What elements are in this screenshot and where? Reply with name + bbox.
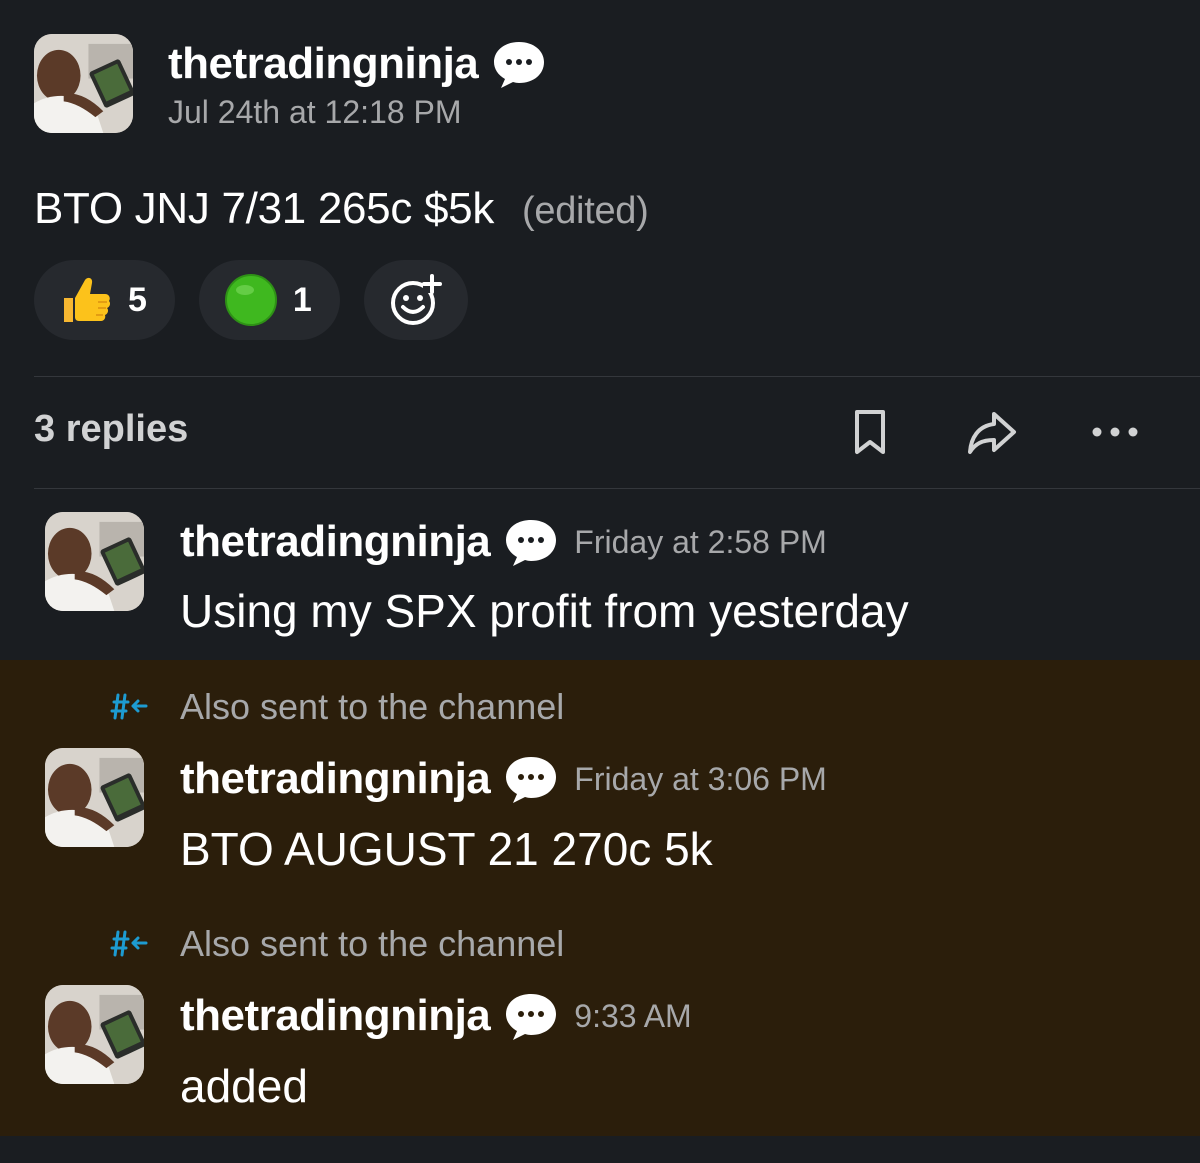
thumbs-up-icon	[58, 272, 114, 328]
reaction-green-circle[interactable]: 1	[198, 260, 340, 340]
share-icon[interactable]	[964, 404, 1020, 460]
message-body: BTO JNJ 7/31 265c $5k	[34, 184, 495, 233]
avatar[interactable]	[34, 34, 133, 133]
edited-label: (edited)	[522, 190, 649, 232]
reply-message: thetradingninja Friday at 3:06 PM BTO AU…	[0, 660, 1200, 900]
divider	[34, 488, 1200, 489]
green-circle-icon	[223, 272, 279, 328]
add-reaction-icon	[390, 274, 442, 325]
author-name[interactable]: thetradingninja	[168, 39, 479, 89]
divider	[34, 376, 1200, 377]
speech-bubble-icon	[502, 753, 560, 805]
avatar[interactable]	[45, 512, 144, 611]
author-line: thetradingninja	[168, 38, 548, 90]
message-text: BTO JNJ 7/31 265c $5k (edited)	[34, 184, 649, 234]
author-line: thetradingninja Friday at 3:06 PM	[180, 753, 827, 805]
reaction-count: 1	[292, 280, 312, 319]
speech-bubble-icon	[490, 38, 548, 90]
reaction-count: 5	[128, 280, 147, 319]
author-name[interactable]: thetradingninja	[180, 754, 491, 804]
message-body: BTO AUGUST 21 270c 5k	[180, 823, 713, 875]
reactions-bar: 5 1	[34, 260, 468, 340]
thread-view: thetradingninja Jul 24th at 12:18 PM BTO…	[0, 0, 1200, 1163]
speech-bubble-icon	[502, 990, 560, 1042]
avatar[interactable]	[45, 985, 144, 1084]
speech-bubble-icon	[502, 516, 560, 568]
footer-bar	[0, 1136, 1200, 1163]
reaction-thumbs-up[interactable]: 5	[34, 260, 175, 340]
replies-count: 3 replies	[34, 408, 189, 450]
more-icon[interactable]	[1087, 404, 1143, 460]
reply-message: thetradingninja Friday at 2:58 PM Using …	[0, 490, 1200, 660]
author-name[interactable]: thetradingninja	[180, 517, 491, 567]
message-body: added	[180, 1060, 308, 1112]
add-reaction-button[interactable]	[363, 260, 468, 340]
reply-message: thetradingninja 9:33 AM added	[0, 897, 1200, 1136]
bookmark-icon[interactable]	[843, 404, 899, 460]
author-line: thetradingninja Friday at 2:58 PM	[180, 516, 827, 568]
author-line: thetradingninja 9:33 AM	[180, 990, 692, 1042]
message-timestamp[interactable]: Friday at 2:58 PM	[574, 524, 827, 561]
avatar[interactable]	[45, 748, 144, 847]
message-timestamp[interactable]: Friday at 3:06 PM	[574, 761, 827, 798]
message-timestamp[interactable]: Jul 24th at 12:18 PM	[168, 94, 462, 131]
message-timestamp[interactable]: 9:33 AM	[574, 998, 691, 1035]
author-name[interactable]: thetradingninja	[180, 991, 491, 1041]
parent-message: thetradingninja Jul 24th at 12:18 PM BTO…	[0, 0, 1200, 490]
message-body: Using my SPX profit from yesterday	[180, 585, 909, 637]
